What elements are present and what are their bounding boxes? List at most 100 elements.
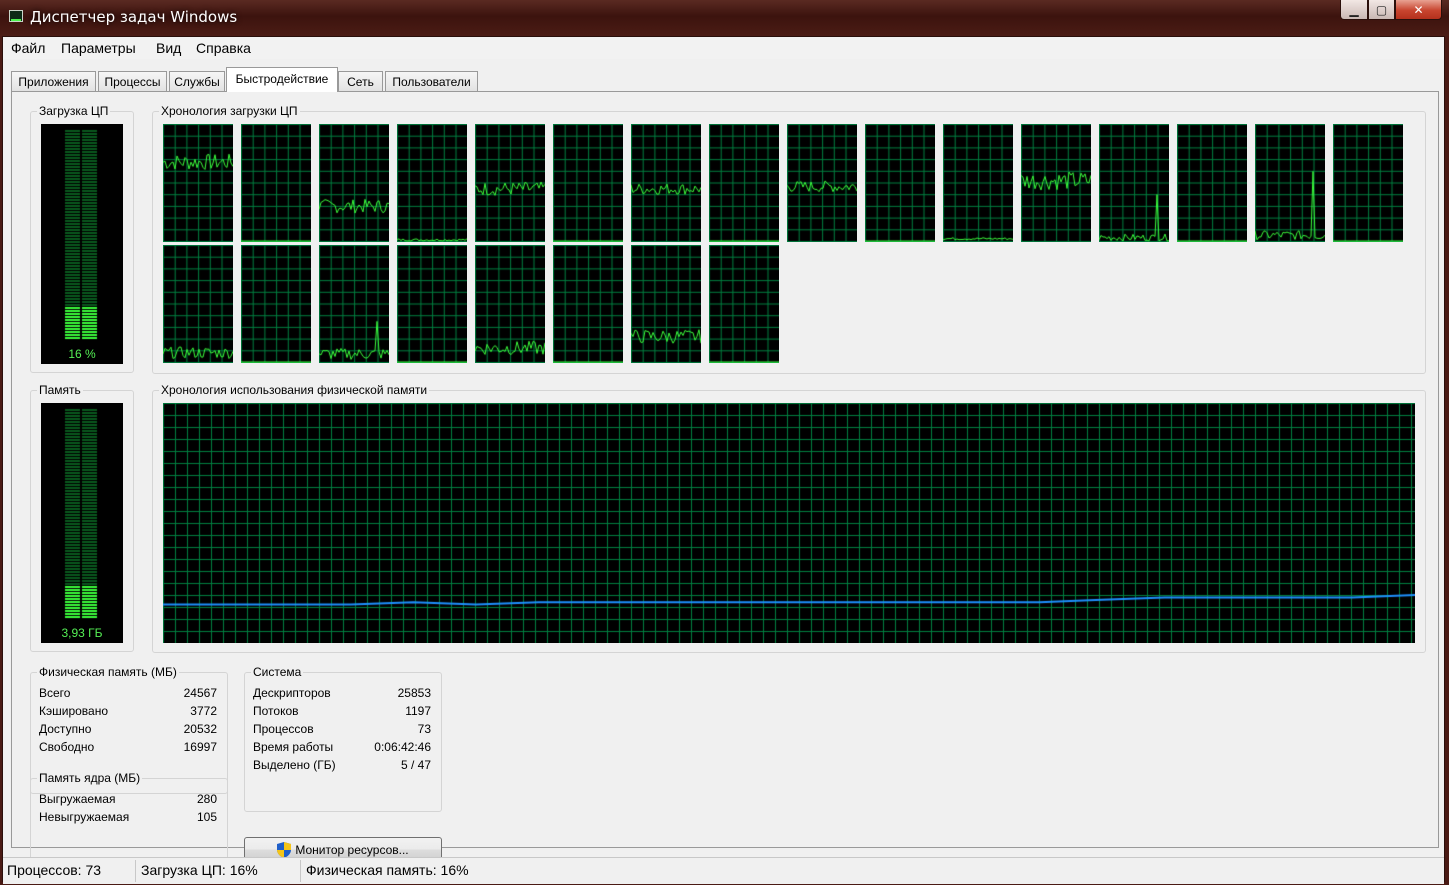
minimize-button[interactable]: ▁ xyxy=(1340,0,1368,20)
cpu-core-canvas xyxy=(631,245,701,363)
cpu-core-graph xyxy=(1255,124,1325,242)
cpu-core-graph xyxy=(397,124,467,242)
cpu-core-canvas xyxy=(397,245,467,363)
cpu-core-graph xyxy=(241,245,311,363)
cpu-core-canvas xyxy=(475,245,545,363)
cpu-core-canvas xyxy=(475,124,545,242)
tab-network[interactable]: Сеть xyxy=(338,71,383,91)
kernel-memory-group: Память ядра (МБ) Выгружаемая 280 Невыгру… xyxy=(30,771,228,866)
close-icon: ✕ xyxy=(1413,2,1424,17)
window-title: Диспетчер задач Windows xyxy=(30,8,238,26)
maximize-button[interactable]: ▢ xyxy=(1368,0,1395,20)
tab-performance[interactable]: Быстродействие xyxy=(226,67,338,92)
cpu-meter-bars xyxy=(41,124,123,364)
cpu-core-canvas xyxy=(553,245,623,363)
menu-bar: Файл Параметры Вид Справка xyxy=(3,37,1444,59)
cpu-core-graph xyxy=(1333,124,1403,242)
status-bar: Процессов: 73 Загрузка ЦП: 16% Физическа… xyxy=(3,857,1444,884)
cpu-core-canvas xyxy=(865,124,935,242)
status-memory: Физическая память: 16% xyxy=(306,862,469,878)
performance-panel: Загрузка ЦП 16 % Хронология загрузки ЦП … xyxy=(11,91,1439,866)
sys-uptime-value: 0:06:42:46 xyxy=(374,740,431,754)
cpu-core-graph xyxy=(631,124,701,242)
cpu-core-canvas xyxy=(319,124,389,242)
minimize-icon: ▁ xyxy=(1349,2,1359,17)
uac-shield-icon xyxy=(277,841,292,858)
cpu-core-canvas xyxy=(1177,124,1247,242)
cpu-usage-group: Загрузка ЦП 16 % xyxy=(30,104,134,373)
sys-commit-value: 5 / 47 xyxy=(400,758,431,772)
cpu-core-canvas xyxy=(241,245,311,363)
cpu-core-graph xyxy=(1099,124,1169,242)
menu-view[interactable]: Вид xyxy=(156,40,181,56)
cpu-core-canvas xyxy=(163,245,233,363)
status-separator xyxy=(135,860,136,882)
cpu-core-graph xyxy=(865,124,935,242)
cpu-core-canvas xyxy=(1333,124,1403,242)
maximize-icon: ▢ xyxy=(1375,2,1388,17)
physical-memory-label: Физическая память (МБ) xyxy=(37,665,179,679)
cpu-core-graph xyxy=(709,245,779,363)
memory-value: 3,93 ГБ xyxy=(61,626,103,640)
memory-meter: 3,93 ГБ xyxy=(41,403,123,643)
task-manager-window: Диспетчер задач Windows ▁ ▢ ✕ Файл Парам… xyxy=(0,0,1449,885)
memory-history-label: Хронология использования физической памя… xyxy=(159,383,430,397)
kernel-nonpaged-label: Невыгружаемая xyxy=(39,810,130,824)
menu-help[interactable]: Справка xyxy=(196,40,251,56)
cpu-history-group: Хронология загрузки ЦП xyxy=(152,104,1426,374)
cpu-core-graph xyxy=(943,124,1013,242)
cpu-core-canvas xyxy=(163,124,233,242)
title-bar[interactable]: Диспетчер задач Windows ▁ ▢ ✕ xyxy=(0,0,1449,36)
status-processes: Процессов: 73 xyxy=(7,862,102,878)
sys-threads-value: 1197 xyxy=(405,704,431,718)
task-manager-icon[interactable] xyxy=(9,10,23,22)
kernel-memory-label: Память ядра (МБ) xyxy=(37,771,143,785)
cpu-core-canvas xyxy=(709,245,779,363)
menu-file[interactable]: Файл xyxy=(11,40,45,56)
memory-meter-bars xyxy=(41,403,123,643)
cpu-usage-value: 16 % xyxy=(68,347,96,361)
kernel-paged-label: Выгружаемая xyxy=(39,792,116,806)
cpu-core-graph xyxy=(475,124,545,242)
kernel-paged-value: 280 xyxy=(196,792,217,806)
status-cpu: Загрузка ЦП: 16% xyxy=(141,862,258,878)
cpu-core-graph xyxy=(163,245,233,363)
phys-total-value: 24567 xyxy=(183,686,217,700)
tab-processes[interactable]: Процессы xyxy=(98,71,167,91)
tab-applications[interactable]: Приложения xyxy=(11,71,96,91)
cpu-core-graph xyxy=(163,124,233,242)
memory-history-group: Хронология использования физической памя… xyxy=(152,383,1426,653)
tab-services[interactable]: Службы xyxy=(169,71,225,91)
cpu-core-canvas xyxy=(553,124,623,242)
memory-history-canvas xyxy=(163,403,1415,643)
cpu-core-canvas xyxy=(241,124,311,242)
cpu-usage-meter: 16 % xyxy=(41,124,123,364)
tab-users[interactable]: Пользователи xyxy=(385,71,478,91)
cpu-core-graph xyxy=(1021,124,1091,242)
client-area: Файл Параметры Вид Справка Приложения Пр… xyxy=(2,36,1445,884)
cpu-core-graph xyxy=(553,245,623,363)
cpu-core-graph xyxy=(397,245,467,363)
close-button[interactable]: ✕ xyxy=(1395,0,1442,20)
cpu-usage-label: Загрузка ЦП xyxy=(37,104,111,118)
phys-cached-value: 3772 xyxy=(190,704,217,718)
memory-history-graph xyxy=(163,403,1415,643)
menu-options[interactable]: Параметры xyxy=(61,40,136,56)
cpu-core-graph xyxy=(475,245,545,363)
cpu-core-canvas xyxy=(1021,124,1091,242)
cpu-core-canvas xyxy=(631,124,701,242)
status-separator xyxy=(300,860,301,882)
cpu-core-graph xyxy=(787,124,857,242)
phys-cached-label: Кэшировано xyxy=(39,704,109,718)
cpu-core-canvas xyxy=(1099,124,1169,242)
cpu-history-label: Хронология загрузки ЦП xyxy=(159,104,300,118)
sys-handles-label: Дескрипторов xyxy=(253,686,331,700)
cpu-core-graph xyxy=(709,124,779,242)
phys-free-value: 16997 xyxy=(183,740,217,754)
sys-processes-value: 73 xyxy=(417,722,431,736)
sys-uptime-label: Время работы xyxy=(253,740,334,754)
sys-handles-value: 25853 xyxy=(397,686,431,700)
sys-processes-label: Процессов xyxy=(253,722,314,736)
memory-group: Память 3,93 ГБ xyxy=(30,383,134,652)
kernel-nonpaged-value: 105 xyxy=(196,810,217,824)
